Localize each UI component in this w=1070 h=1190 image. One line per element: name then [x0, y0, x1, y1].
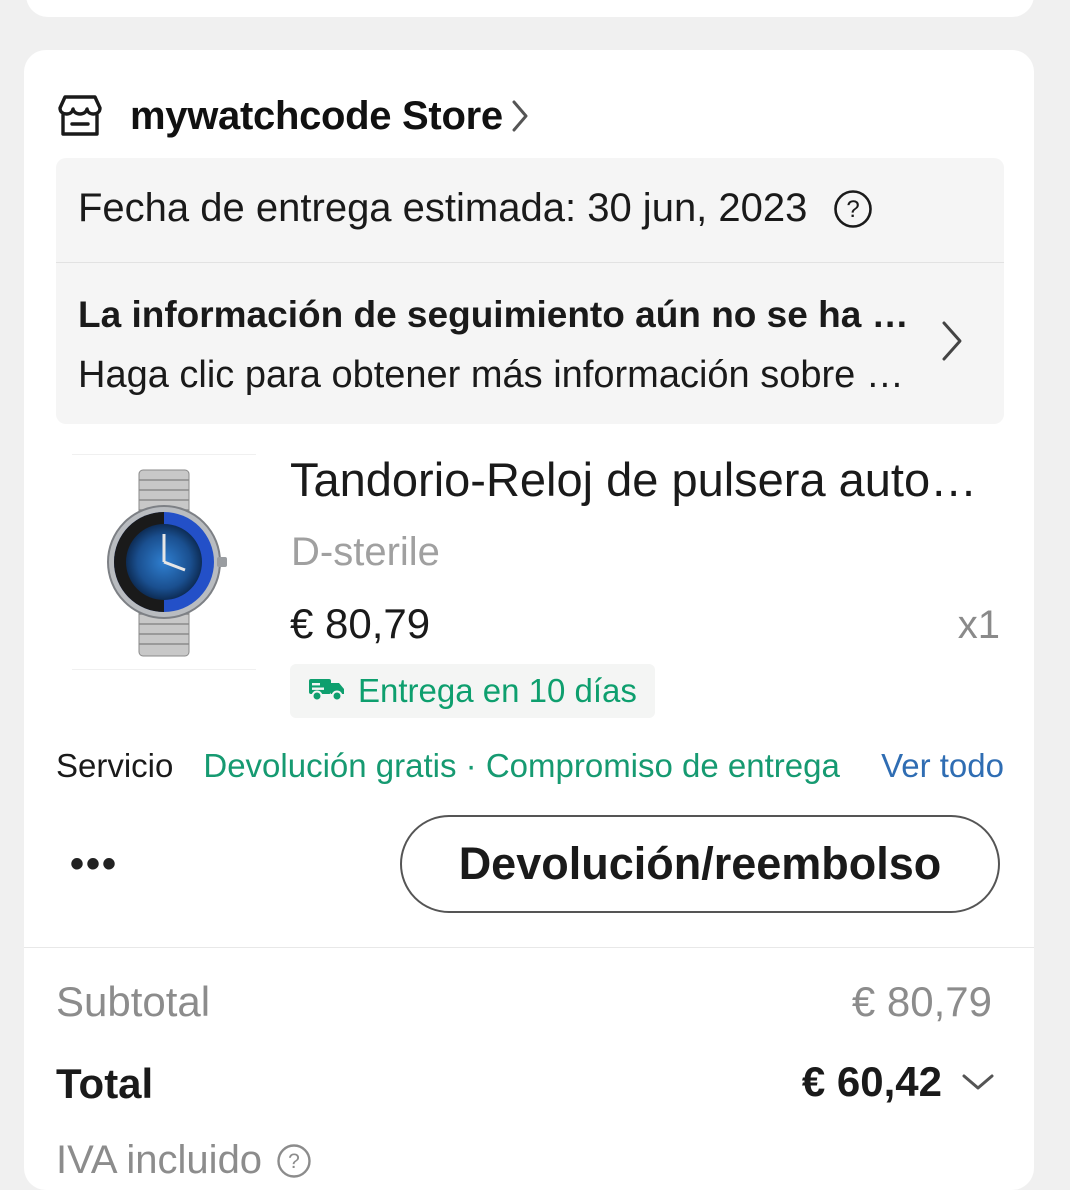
- service-row: Servicio Devolución gratis · Compromiso …: [56, 744, 1004, 788]
- service-label: Servicio: [56, 747, 174, 784]
- watch-image-icon: [107, 469, 227, 657]
- store-name[interactable]: mywatchcode Store: [130, 94, 503, 139]
- order-card: mywatchcode Store Fecha de entrega estim…: [24, 50, 1034, 1190]
- truck-icon: [308, 676, 346, 707]
- total-row[interactable]: € 60,42: [802, 1058, 996, 1106]
- refund-button[interactable]: Devolución/reembolso: [400, 815, 1000, 913]
- product-title[interactable]: Tandorio-Reloj de pulsera automático: [290, 452, 990, 507]
- service-value: Devolución gratis · Compromiso de entreg…: [203, 747, 840, 784]
- product-variant: D-sterile: [291, 530, 440, 574]
- chevron-right-icon[interactable]: [509, 98, 531, 134]
- previous-card: [26, 0, 1034, 17]
- delivery-time-text: Entrega en 10 días: [358, 672, 637, 709]
- product-image[interactable]: [72, 454, 256, 670]
- tracking-status-title[interactable]: La información de seguimiento aún no se …: [78, 294, 914, 336]
- total-value: € 60,42: [801, 1058, 942, 1105]
- vat-row: IVA incluido ?: [56, 1138, 312, 1183]
- product-price: € 80,79: [290, 600, 431, 647]
- svg-text:?: ?: [847, 196, 860, 223]
- delivery-time-badge: Entrega en 10 días: [290, 664, 655, 718]
- divider: [24, 947, 1034, 948]
- store-header[interactable]: mywatchcode Store: [56, 88, 531, 144]
- chevron-right-icon[interactable]: [938, 318, 966, 369]
- more-icon: •••: [69, 841, 118, 886]
- estimated-delivery-row: Fecha de entrega estimada: 30 jun, 2023 …: [78, 186, 873, 231]
- see-all-link[interactable]: Ver todo: [881, 747, 1004, 785]
- more-options-button[interactable]: •••: [64, 840, 124, 888]
- subtotal-value: € 80,79: [851, 978, 992, 1025]
- store-icon: [56, 92, 104, 140]
- vat-label: IVA incluido: [56, 1138, 263, 1182]
- total-label: Total: [56, 1060, 154, 1107]
- estimated-delivery-date: Fecha de entrega estimada: 30 jun, 2023: [78, 186, 808, 230]
- delivery-info-box: Fecha de entrega estimada: 30 jun, 2023 …: [56, 158, 1004, 424]
- svg-text:?: ?: [288, 1150, 300, 1173]
- help-icon[interactable]: ?: [833, 189, 873, 229]
- product-quantity: x1: [957, 603, 1000, 647]
- tracking-status-subtitle[interactable]: Haga clic para obtener más información s…: [78, 354, 914, 397]
- chevron-down-icon[interactable]: [960, 1071, 996, 1093]
- divider: [56, 262, 1004, 263]
- help-icon[interactable]: ?: [276, 1143, 312, 1179]
- subtotal-label: Subtotal: [56, 978, 211, 1025]
